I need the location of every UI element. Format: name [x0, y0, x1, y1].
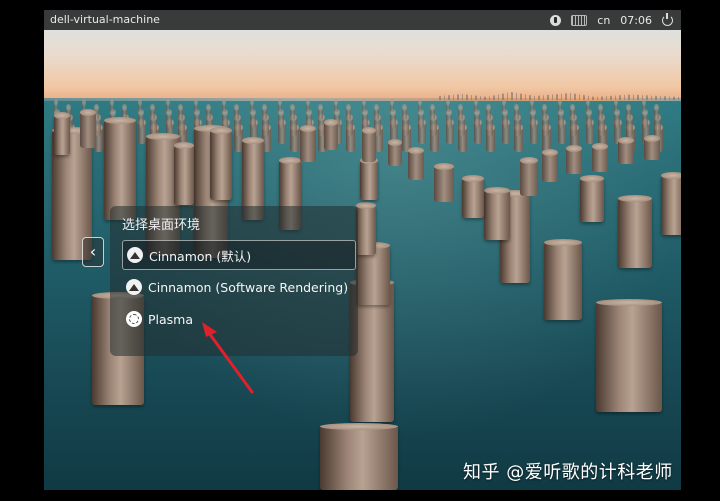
watermark: 知乎 @爱听歌的计科老师 — [463, 462, 673, 483]
annotation-arrow — [202, 322, 254, 394]
